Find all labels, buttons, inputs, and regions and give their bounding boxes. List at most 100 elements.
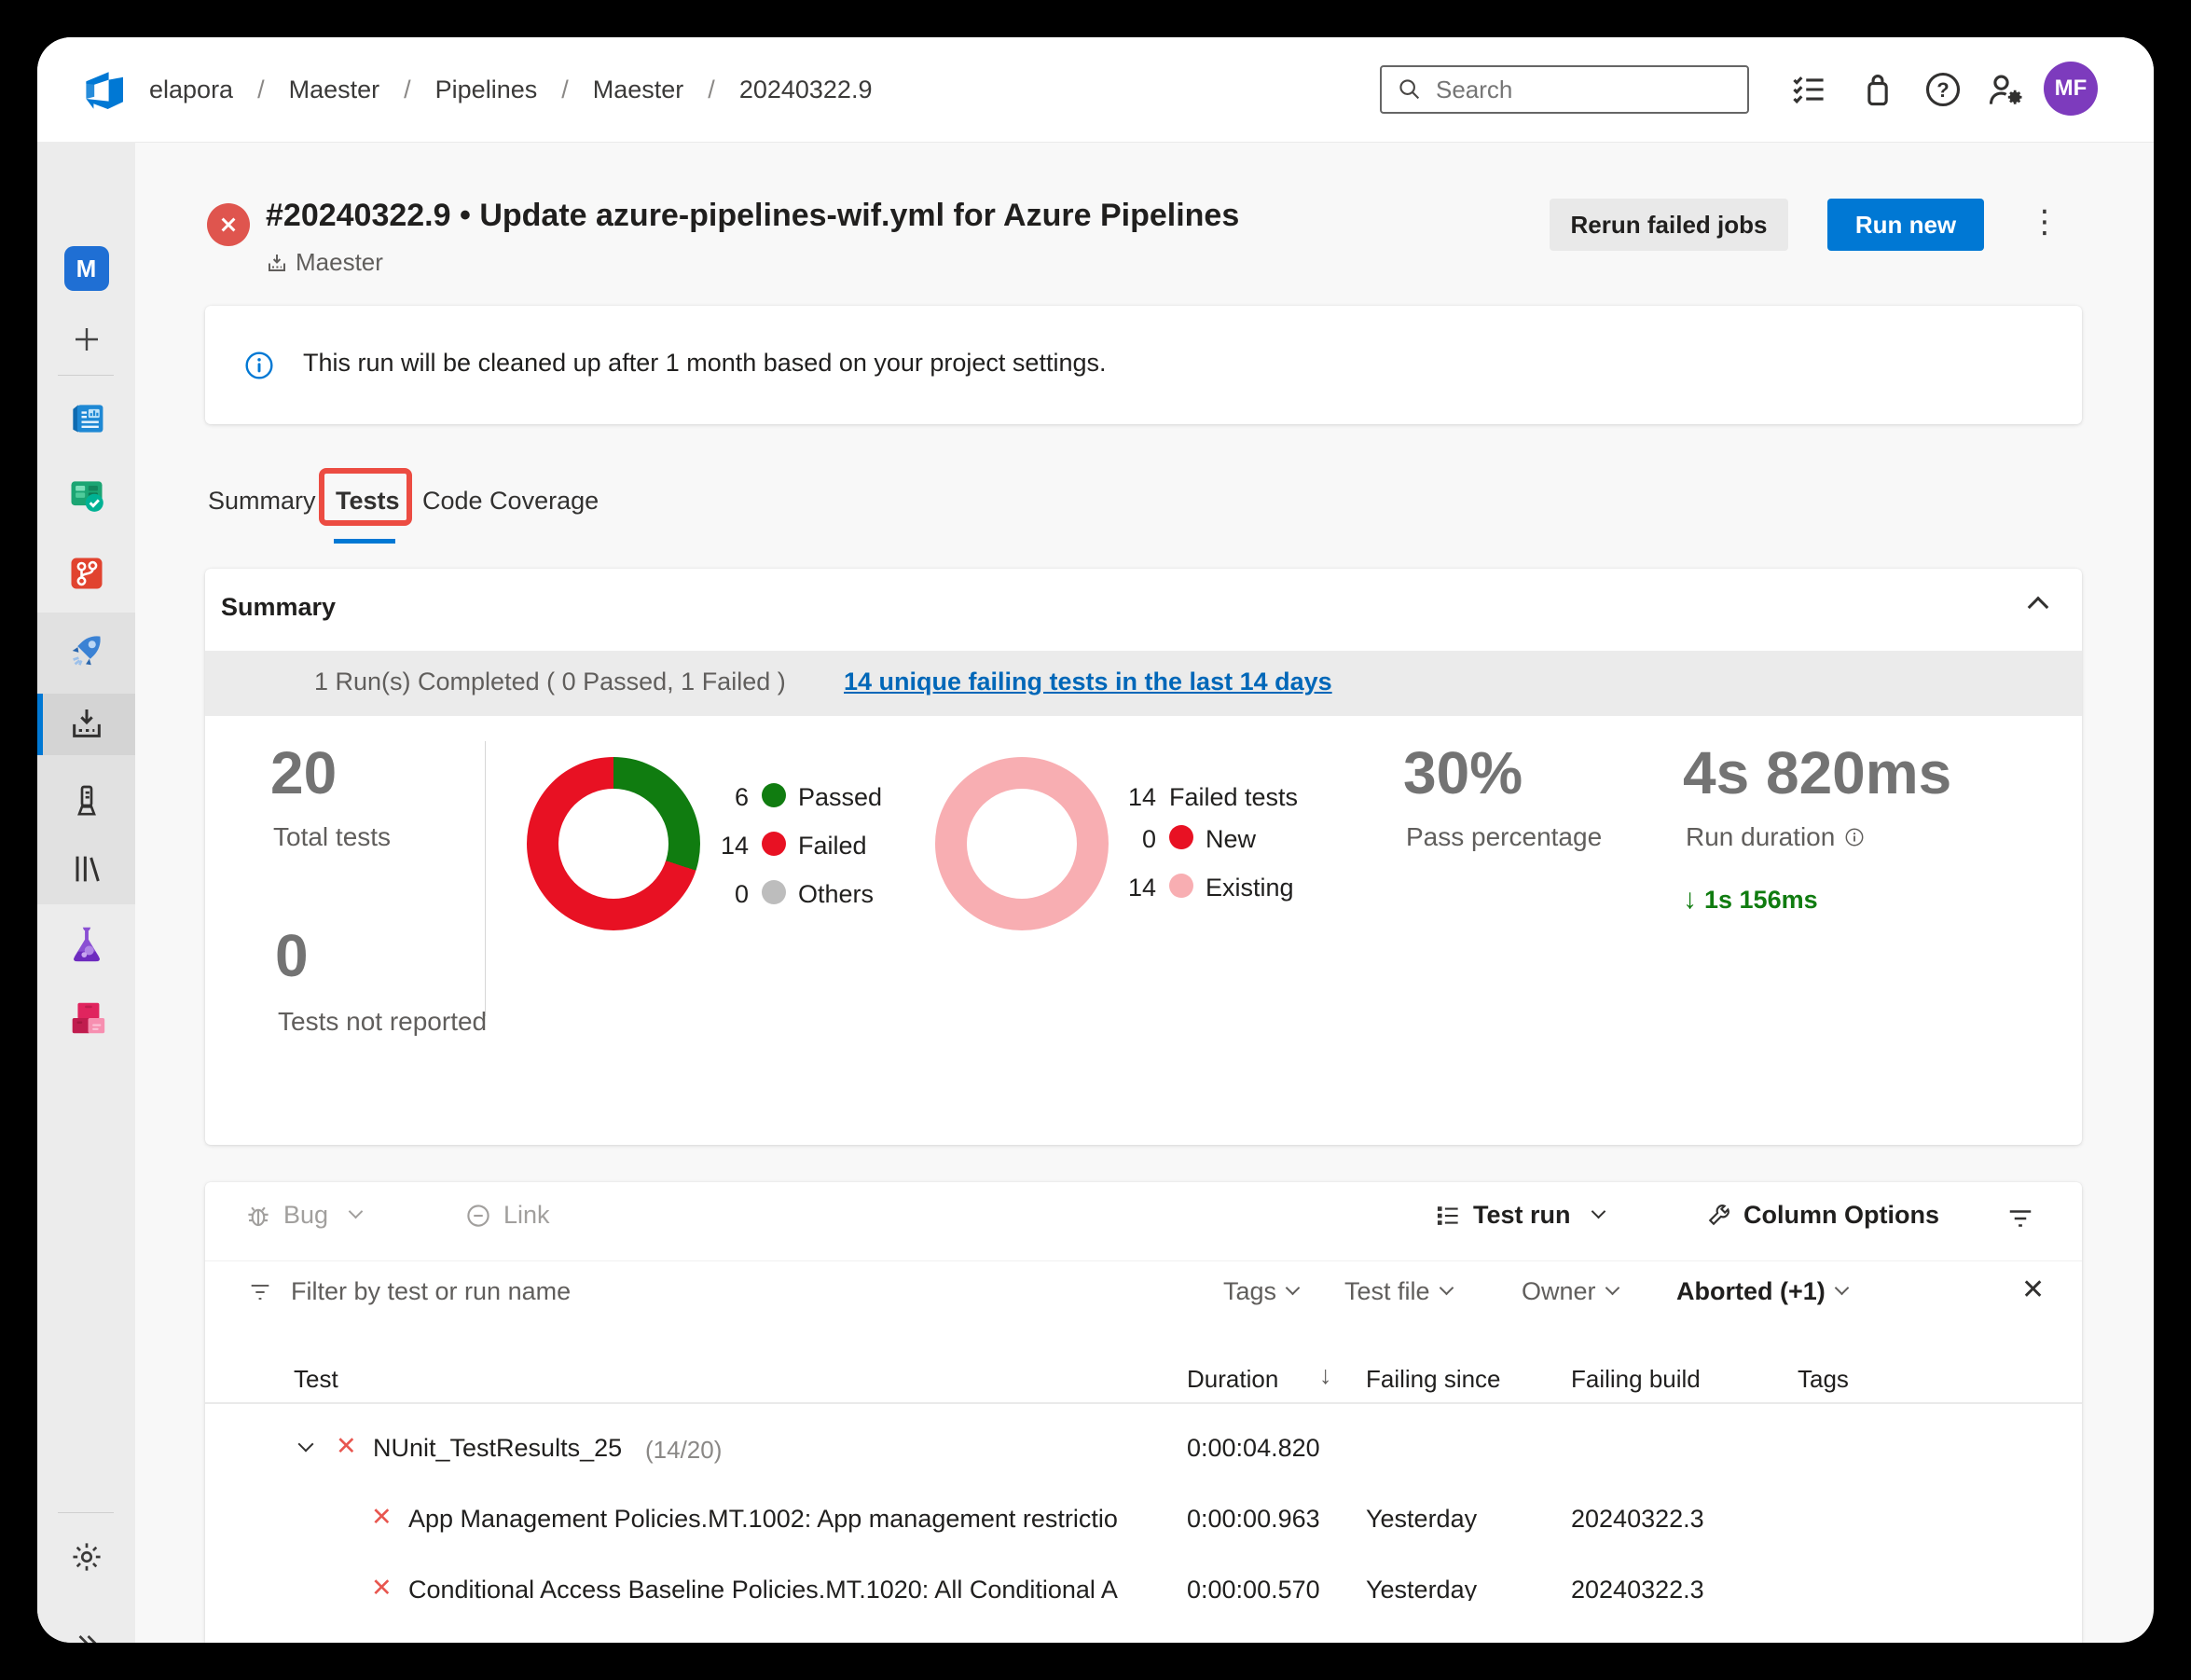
breadcrumb-pipelines[interactable]: Pipelines (379, 76, 538, 104)
owner-filter-label: Owner (1522, 1277, 1596, 1305)
duration-delta: ↓ 1s 156ms (1683, 884, 1818, 916)
table-header-divider (205, 1402, 2082, 1404)
column-header-test[interactable]: Test (294, 1365, 338, 1394)
column-header-duration[interactable]: Duration (1187, 1365, 1278, 1394)
avatar[interactable]: MF (2044, 62, 2098, 116)
duration-delta-value: 1s 156ms (1704, 885, 1818, 914)
sidebar-item-boards[interactable] (37, 462, 135, 530)
existing-count: 14 (1127, 874, 1156, 902)
test-run-label: Test run (1473, 1201, 1571, 1229)
failed-x-icon: ✕ (371, 1574, 393, 1601)
duration-info-icon[interactable] (1844, 827, 1865, 847)
outcome-filter-label: Aborted (+1) (1676, 1277, 1826, 1305)
sidebar-item-artifacts[interactable] (37, 985, 135, 1052)
bug-icon (248, 1206, 269, 1226)
page-title: #20240322.9 • Update azure-pipelines-wif… (266, 198, 1240, 233)
tab-summary[interactable]: Summary (208, 487, 316, 516)
test-failing-since: Yesterday (1366, 1576, 1478, 1601)
failed-dot-icon (762, 832, 786, 856)
repos-icon (71, 558, 102, 589)
filter-outcome-dropdown[interactable]: Aborted (+1) (1676, 1277, 1850, 1306)
run-new-button[interactable]: Run new (1827, 199, 1984, 251)
not-reported-value: 0 (275, 922, 309, 989)
collapse-chevron-icon[interactable] (2027, 596, 2049, 619)
group-by-test-run-dropdown[interactable]: Test run (1434, 1201, 1605, 1230)
marketplace-bag-icon[interactable] (1857, 69, 1898, 110)
table-row-clipped[interactable]: ✕ Conditional Access Baseline Policies.M… (205, 1574, 2082, 1601)
project-avatar: M (63, 246, 109, 291)
search-field[interactable] (1434, 74, 1717, 105)
test-name[interactable]: Conditional Access Baseline Policies.MT.… (408, 1576, 1145, 1601)
test-failing-build[interactable]: 20240322.3 (1571, 1576, 1704, 1601)
filter-toggle-icon[interactable] (2006, 1205, 2034, 1232)
sidebar-item-library[interactable] (37, 835, 135, 902)
user-settings-icon[interactable] (1986, 69, 2027, 110)
banner-message: This run will be cleaned up after 1 mont… (303, 349, 1107, 377)
sidebar-item-project[interactable]: M (37, 235, 135, 302)
sidebar-item-environments[interactable] (37, 767, 135, 834)
gear-icon (72, 1543, 101, 1571)
filter-tags-dropdown[interactable]: Tags (1223, 1277, 1301, 1306)
task-list-icon[interactable] (1788, 69, 1829, 110)
existing-label: Existing (1206, 874, 1294, 902)
passed-count: 6 (734, 783, 749, 811)
link-button[interactable]: Link (464, 1201, 550, 1230)
column-header-tags[interactable]: Tags (1798, 1365, 1849, 1394)
sort-descending-icon[interactable]: ↓ (1319, 1361, 1332, 1390)
column-options-button[interactable]: Column Options (1704, 1201, 1939, 1230)
azure-devops-logo-icon[interactable] (82, 67, 127, 112)
filter-input[interactable]: Filter by test or run name (291, 1277, 571, 1306)
passed-label: Passed (798, 783, 883, 811)
filter-funnel-icon (247, 1279, 273, 1305)
expand-chevron-icon[interactable] (297, 1436, 314, 1454)
breadcrumb-pipeline[interactable]: Maester (537, 76, 684, 104)
sidebar-item-test-plans[interactable] (37, 910, 135, 977)
test-plans-flask-icon (73, 927, 100, 962)
breadcrumb-org[interactable]: elapora (149, 76, 233, 104)
run-failed-status-icon (207, 203, 250, 246)
sidebar-item-project-settings[interactable] (37, 1523, 135, 1590)
clear-filter-close-icon[interactable]: ✕ (2021, 1274, 2045, 1306)
column-options-label: Column Options (1743, 1201, 1939, 1229)
sidebar-item-repos[interactable] (37, 540, 135, 607)
search-input[interactable] (1380, 65, 1749, 114)
column-header-failing-since[interactable]: Failing since (1366, 1365, 1501, 1394)
others-count: 0 (734, 880, 749, 908)
pass-percentage-value: 30% (1403, 739, 1523, 806)
new-label: New (1206, 825, 1257, 853)
test-results-donut-chart (527, 757, 700, 930)
sidebar-item-new-project[interactable] (37, 306, 135, 373)
failed-x-icon: ✕ (336, 1432, 357, 1460)
test-name[interactable]: App Management Policies.MT.1002: App man… (408, 1505, 1145, 1534)
existing-dot-icon (1169, 874, 1193, 898)
create-bug-button[interactable]: Bug (244, 1201, 364, 1230)
breadcrumb-project[interactable]: Maester (233, 76, 380, 104)
rerun-failed-jobs-button[interactable]: Rerun failed jobs (1550, 199, 1788, 251)
column-header-failing-build[interactable]: Failing build (1571, 1365, 1701, 1394)
filter-owner-dropdown[interactable]: Owner (1522, 1277, 1619, 1306)
sidebar-expand-button[interactable] (37, 1611, 135, 1643)
others-label: Others (798, 880, 875, 908)
active-tab-underline (334, 539, 395, 544)
test-duration: 0:00:00.570 (1187, 1576, 1320, 1601)
test-failing-build[interactable]: 20240322.3 (1571, 1505, 1704, 1534)
pipelines-rocket-icon (72, 636, 101, 666)
tab-code-coverage[interactable]: Code Coverage (422, 487, 599, 516)
sidebar-item-runs[interactable] (37, 692, 135, 755)
run-group-name[interactable]: NUnit_TestResults_25 (373, 1434, 622, 1463)
runs-completed-text: 1 Run(s) Completed ( 0 Passed, 1 Failed … (314, 668, 786, 695)
filter-test-file-dropdown[interactable]: Test file (1344, 1277, 1454, 1306)
link-label: Link (503, 1201, 550, 1229)
help-icon[interactable]: ? (1922, 69, 1964, 110)
failing-tests-link[interactable]: 14 unique failing tests in the last 14 d… (844, 668, 1332, 696)
link-icon (467, 1204, 489, 1227)
list-view-icon (1437, 1205, 1458, 1225)
sidebar-item-overview[interactable] (37, 385, 135, 452)
more-options-kebab-icon[interactable]: ⋮ (2029, 203, 2060, 241)
pipeline-link[interactable]: Maester (266, 248, 383, 277)
sidebar-item-pipelines[interactable] (37, 616, 135, 683)
breadcrumb-run[interactable]: 20240322.9 (683, 76, 873, 104)
chevron-down-icon (348, 1204, 364, 1219)
sidebar-divider-bottom (58, 1512, 114, 1513)
tags-filter-label: Tags (1223, 1277, 1277, 1305)
